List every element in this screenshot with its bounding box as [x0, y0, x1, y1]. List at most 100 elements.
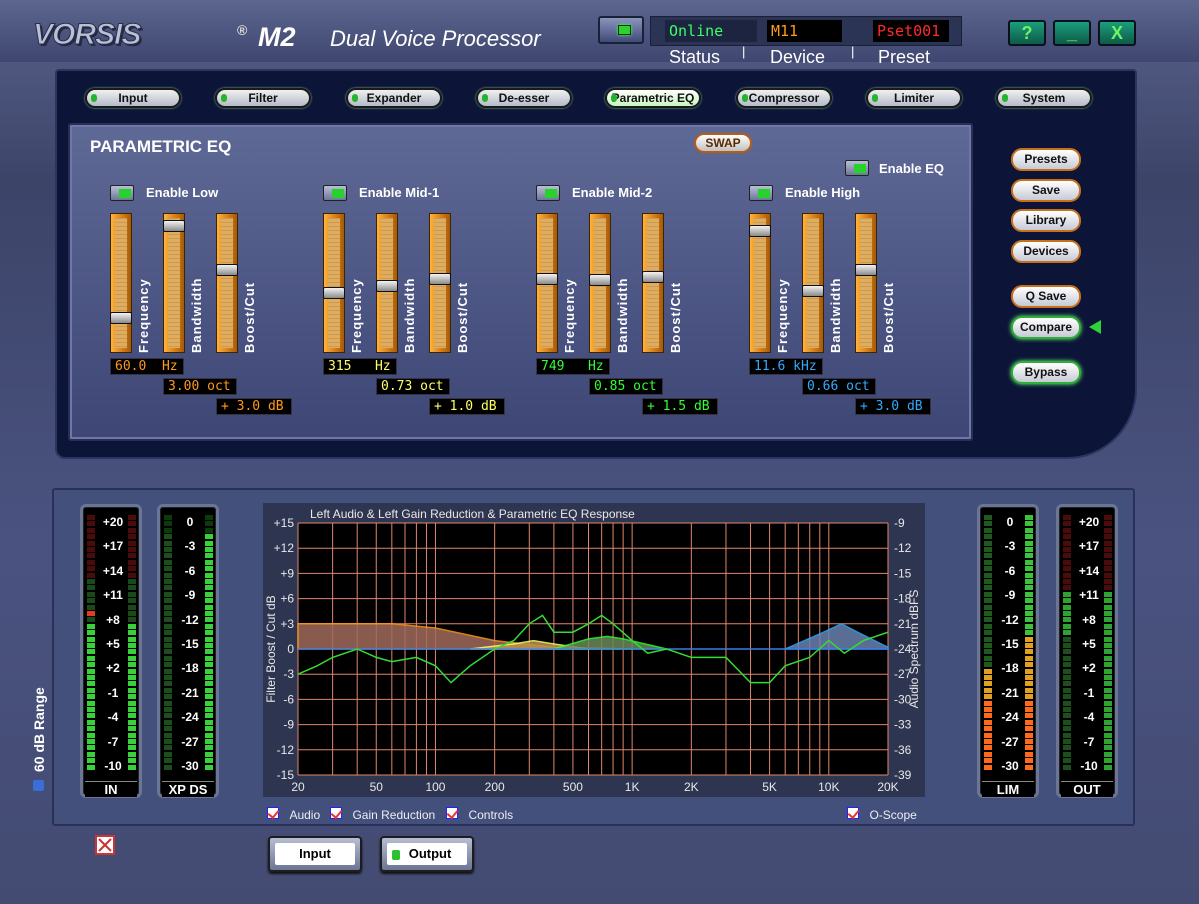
- band-4-gain-value[interactable]: + 3.0 dB: [855, 398, 931, 415]
- meter-segment: [205, 655, 213, 661]
- x-tick-label: 20K: [877, 780, 898, 794]
- slider-knob[interactable]: [855, 264, 877, 276]
- slider-track: [647, 218, 659, 348]
- meter-segment: [164, 700, 172, 706]
- band-2-gain-value[interactable]: + 1.0 dB: [429, 398, 505, 415]
- oscope-checkbox-group[interactable]: O-Scope: [847, 806, 917, 824]
- band-1-bandwidth-slider[interactable]: [163, 213, 185, 353]
- band-1-gain-value[interactable]: + 3.0 dB: [216, 398, 292, 415]
- swap-button[interactable]: SWAP: [694, 133, 752, 153]
- slider-knob[interactable]: [429, 273, 451, 285]
- band-2-frequency-value[interactable]: 315 Hz: [323, 358, 397, 375]
- band-4-bandwidth-value[interactable]: 0.66 oct: [802, 378, 876, 395]
- meter-tick-label: -21: [1001, 685, 1019, 700]
- controls-checkbox[interactable]: [446, 807, 458, 819]
- gain-reduction-checkbox-group[interactable]: Gain Reduction: [330, 806, 435, 824]
- qsave-button[interactable]: Q Save: [1011, 285, 1081, 308]
- meter-segment: [1063, 553, 1071, 559]
- compare-button[interactable]: Compare: [1011, 316, 1081, 339]
- band-4-frequency-slider[interactable]: [749, 213, 771, 353]
- band-1-bandwidth-value[interactable]: 3.00 oct: [163, 378, 237, 395]
- meter-tick-label: -1: [1083, 685, 1095, 700]
- controls-checkbox-group[interactable]: Controls: [446, 806, 513, 824]
- slider-knob[interactable]: [323, 287, 345, 299]
- enable-band-1-checkbox[interactable]: [110, 185, 134, 201]
- minimize-button[interactable]: _: [1053, 20, 1091, 46]
- error-x-icon[interactable]: [95, 835, 115, 855]
- slider-knob[interactable]: [110, 312, 132, 324]
- help-button[interactable]: ?: [1008, 20, 1046, 46]
- output-button[interactable]: Output: [380, 836, 474, 872]
- band-3-gain-value[interactable]: + 1.5 dB: [642, 398, 718, 415]
- meter-tick-label: -9: [1004, 588, 1016, 603]
- range-toggle[interactable]: 60 dB Range: [31, 672, 47, 792]
- band-1-frequency-value[interactable]: 60.0 Hz: [110, 358, 184, 375]
- meter-segment: [87, 579, 95, 584]
- band-3-boost-cut-slider[interactable]: [642, 213, 664, 353]
- tab-system[interactable]: System: [996, 88, 1092, 108]
- enable-band-3-checkbox[interactable]: [536, 185, 560, 201]
- meter-tick-label: -6: [184, 563, 196, 578]
- band-2-bandwidth-value[interactable]: 0.73 oct: [376, 378, 450, 395]
- meter-segment: [1025, 655, 1033, 661]
- slider-knob[interactable]: [536, 273, 558, 285]
- x-tick-label: 500: [563, 780, 583, 794]
- tab-compressor[interactable]: Compressor: [736, 88, 832, 108]
- slider-knob[interactable]: [216, 264, 238, 276]
- band-3-frequency-value[interactable]: 749 Hz: [536, 358, 610, 375]
- close-button[interactable]: X: [1098, 20, 1136, 46]
- slider-knob[interactable]: [802, 285, 824, 297]
- enable-band-2-checkbox[interactable]: [323, 185, 347, 201]
- band-3-bandwidth-slider[interactable]: [589, 213, 611, 353]
- device-value: M11: [767, 20, 842, 42]
- separator: |: [742, 44, 746, 59]
- band-3-frequency-slider[interactable]: [536, 213, 558, 353]
- slider-track: [754, 218, 766, 348]
- library-button[interactable]: Library: [1011, 209, 1081, 232]
- tab-input[interactable]: Input: [85, 88, 181, 108]
- tab-parametric-eq[interactable]: Parametric EQ: [605, 88, 701, 108]
- devices-button[interactable]: Devices: [1011, 240, 1081, 263]
- slider-label: Boost/Cut: [242, 281, 257, 353]
- tab-led-icon: [221, 94, 227, 102]
- meter-tick-label: +14: [102, 563, 124, 578]
- band-4-boost-cut-slider[interactable]: [855, 213, 877, 353]
- slider-track: [328, 218, 340, 348]
- band-2-bandwidth-slider[interactable]: [376, 213, 398, 353]
- slider-knob[interactable]: [642, 271, 664, 283]
- tab-de-esser[interactable]: De-esser: [476, 88, 572, 108]
- band-2-boost-cut-slider[interactable]: [429, 213, 451, 353]
- slider-knob[interactable]: [749, 225, 771, 237]
- band-1-frequency-slider[interactable]: [110, 213, 132, 353]
- audio-checkbox[interactable]: [267, 807, 279, 819]
- online-toggle-button[interactable]: [598, 16, 644, 44]
- oscope-checkbox[interactable]: [847, 807, 859, 819]
- separator: |: [851, 44, 855, 59]
- band-3-bandwidth-value[interactable]: 0.85 oct: [589, 378, 663, 395]
- meter-segment: [984, 604, 992, 610]
- bypass-button[interactable]: Bypass: [1011, 361, 1081, 384]
- meter-segment: [128, 655, 136, 661]
- preset-value: Pset001: [873, 20, 949, 42]
- meter-segment: [128, 751, 136, 757]
- tab-filter[interactable]: Filter: [215, 88, 311, 108]
- tab-label: Expander: [366, 91, 422, 105]
- tab-expander[interactable]: Expander: [346, 88, 442, 108]
- slider-knob[interactable]: [163, 220, 185, 232]
- slider-knob[interactable]: [376, 280, 398, 292]
- y-tick-label: +6: [280, 592, 294, 606]
- input-button[interactable]: Input: [268, 836, 362, 872]
- tab-limiter[interactable]: Limiter: [866, 88, 962, 108]
- band-2-frequency-slider[interactable]: [323, 213, 345, 353]
- audio-checkbox-group[interactable]: Audio: [267, 806, 320, 824]
- meter-segment: [1025, 604, 1033, 610]
- band-4-bandwidth-slider[interactable]: [802, 213, 824, 353]
- presets-button[interactable]: Presets: [1011, 148, 1081, 171]
- gain-reduction-checkbox[interactable]: [330, 807, 342, 819]
- enable-eq-checkbox[interactable]: [845, 160, 869, 176]
- save-button[interactable]: Save: [1011, 179, 1081, 202]
- enable-band-4-checkbox[interactable]: [749, 185, 773, 201]
- band-4-frequency-value[interactable]: 11.6 kHz: [749, 358, 823, 375]
- slider-knob[interactable]: [589, 274, 611, 286]
- band-1-boost-cut-slider[interactable]: [216, 213, 238, 353]
